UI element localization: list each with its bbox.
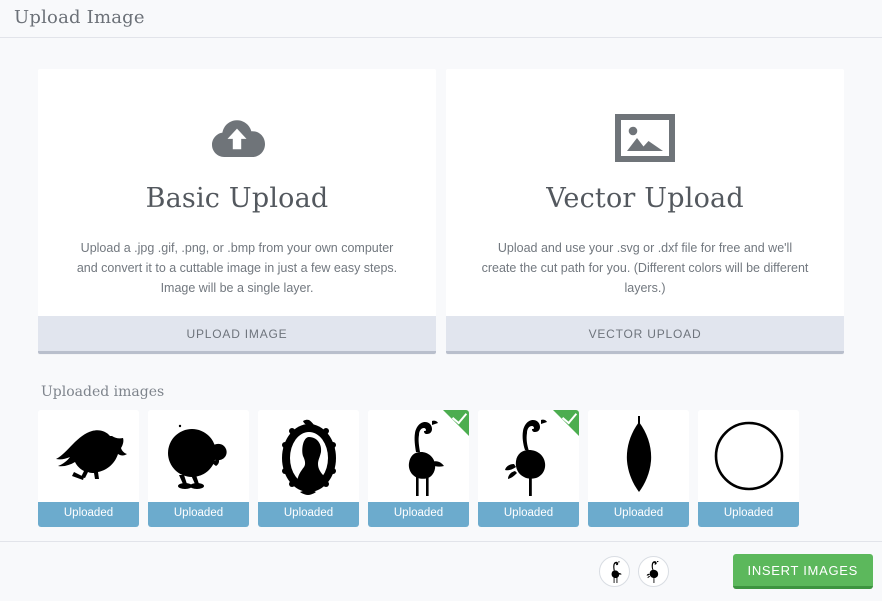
basic-upload-card[interactable]: Basic Upload Upload a .jpg .gif, .png, o… [38, 69, 436, 354]
vector-upload-title: Vector Upload [546, 183, 744, 214]
content-area: Basic Upload Upload a .jpg .gif, .png, o… [0, 39, 882, 541]
selected-images-tray [598, 556, 669, 587]
basic-upload-title: Basic Upload [145, 183, 329, 214]
cloud-upload-icon [64, 107, 410, 169]
list-item-status: Uploaded [588, 502, 689, 527]
crow-icon [38, 410, 139, 502]
list-item[interactable]: Uploaded [38, 410, 139, 527]
insert-images-button[interactable]: INSERT IMAGES [732, 554, 873, 589]
vector-upload-body: Vector Upload Upload and use your .svg o… [446, 69, 844, 316]
list-item-status: Uploaded [698, 502, 799, 527]
list-item-status: Uploaded [478, 502, 579, 527]
leaf-icon [588, 410, 689, 502]
list-item-status: Uploaded [148, 502, 249, 527]
upload-image-button-label: UPLOAD IMAGE [186, 326, 288, 341]
circle-outline-icon [698, 410, 799, 502]
list-item[interactable]: Uploaded [588, 410, 689, 527]
list-item-status: Uploaded [38, 502, 139, 527]
basic-upload-body: Basic Upload Upload a .jpg .gif, .png, o… [38, 69, 436, 316]
list-item[interactable]: Uploaded [368, 410, 469, 527]
page-title: Upload Image [14, 6, 145, 28]
list-item[interactable]: Uploaded [258, 410, 359, 527]
basic-upload-description: Upload a .jpg .gif, .png, or .bmp from y… [76, 241, 398, 295]
vector-upload-description: Upload and use your .svg or .dxf file fo… [481, 241, 809, 295]
vector-upload-button[interactable]: VECTOR UPLOAD [446, 316, 844, 354]
list-item[interactable]: Uploaded [478, 410, 579, 527]
page-header: Upload Image [0, 0, 882, 38]
vector-upload-button-label: VECTOR UPLOAD [588, 326, 702, 341]
list-item-status: Uploaded [258, 502, 359, 527]
image-frame-icon [472, 107, 818, 169]
uploaded-images-grid: Uploaded Uploaded Uploaded Uploaded Uplo… [38, 410, 844, 527]
turkey-icon [148, 410, 249, 502]
list-item-status: Uploaded [368, 502, 469, 527]
cameo-frame-icon [258, 410, 359, 502]
list-item[interactable]: Uploaded [698, 410, 799, 527]
list-item[interactable]: Uploaded [148, 410, 249, 527]
upload-image-button[interactable]: UPLOAD IMAGE [38, 316, 436, 354]
selected-flamingo-1[interactable] [598, 556, 630, 587]
vector-upload-card[interactable]: Vector Upload Upload and use your .svg o… [446, 69, 844, 354]
selected-flamingo-2[interactable] [637, 556, 669, 587]
footer-bar: INSERT IMAGES [0, 541, 882, 601]
uploaded-images-heading: Uploaded images [41, 384, 165, 400]
upload-options: Basic Upload Upload a .jpg .gif, .png, o… [38, 69, 844, 354]
